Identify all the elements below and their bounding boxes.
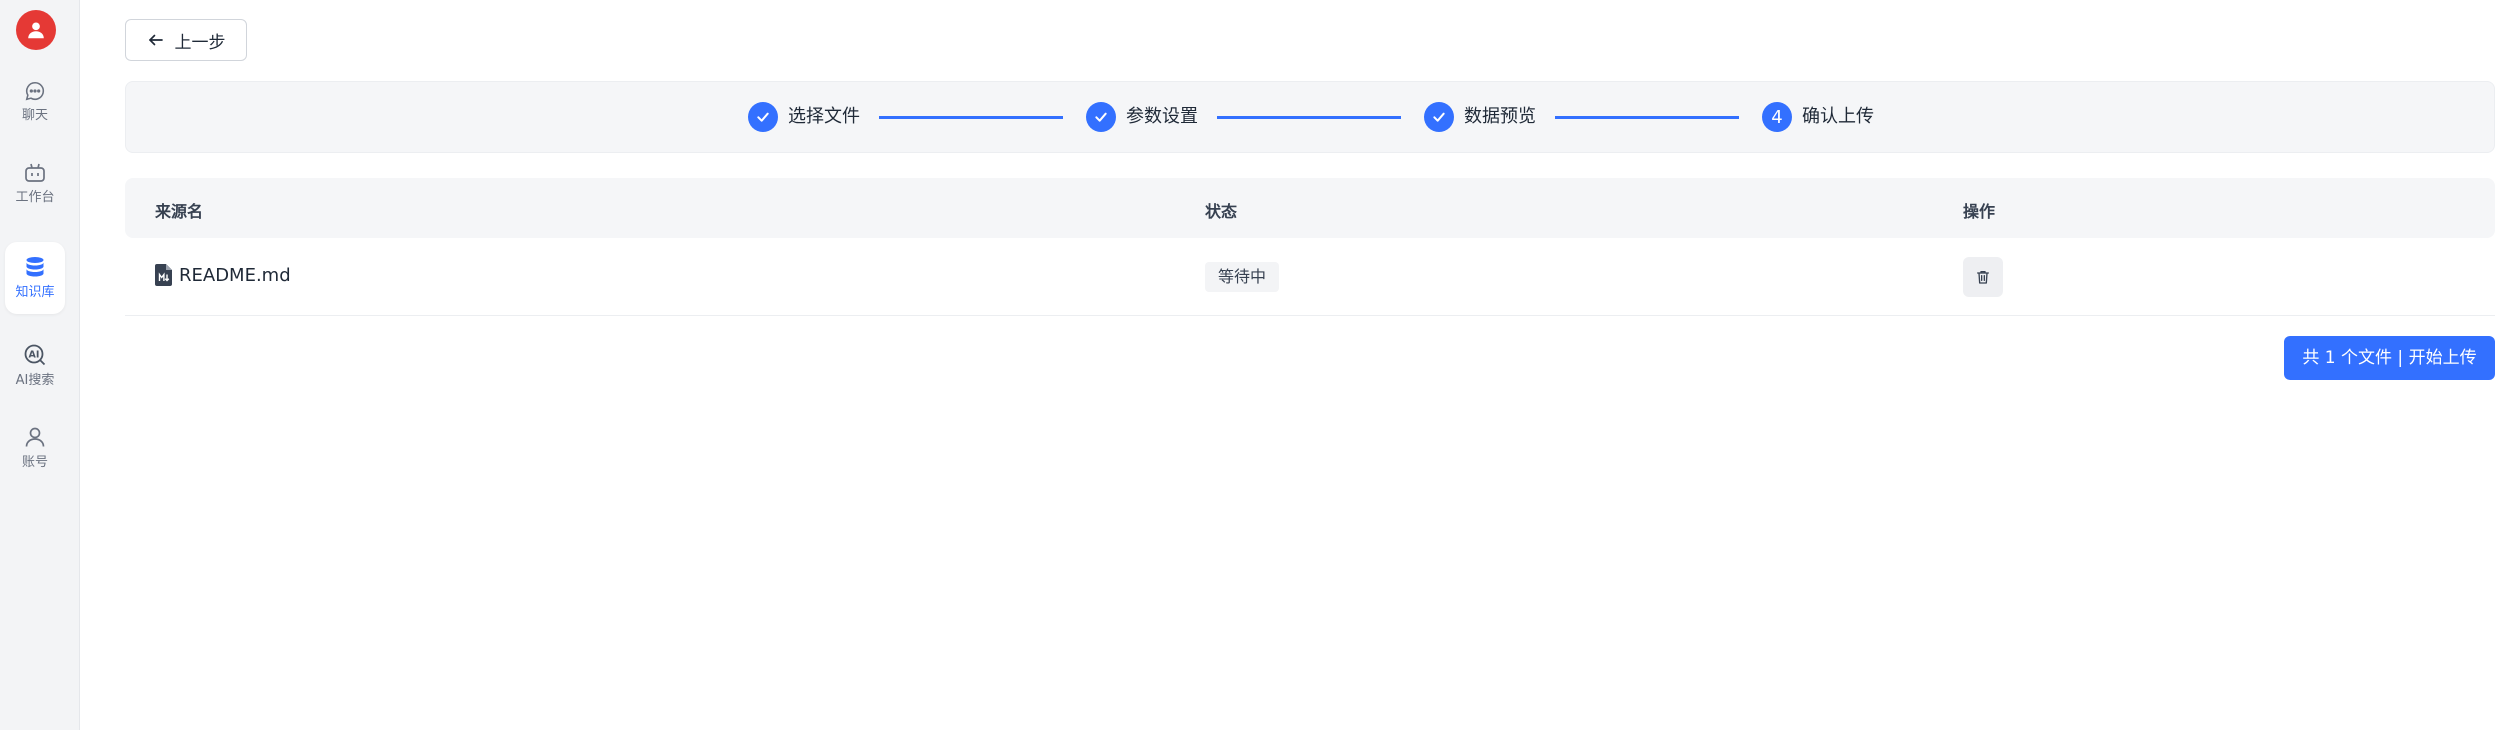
back-button-label: 上一步 <box>174 32 226 53</box>
column-header-source: 来源名 <box>155 202 204 221</box>
sidebar-item-label: 账号 <box>21 455 48 470</box>
step-number-badge: 4 <box>1762 102 1792 132</box>
status-badge: 等待中 <box>1205 262 1280 292</box>
step-label: 参数设置 <box>1126 106 1198 127</box>
check-icon <box>1095 112 1107 122</box>
trash-icon <box>1977 271 1989 284</box>
sidebar-item-chat[interactable]: 聊天 <box>5 66 65 138</box>
user-avatar-icon <box>28 22 44 39</box>
chat-bubble-icon <box>25 81 45 101</box>
start-upload-button[interactable]: 共 1 个文件 | 开始上传 <box>2284 336 2495 380</box>
sidebar-item-label: AI搜索 <box>15 373 55 388</box>
sidebar-item-label: 知识库 <box>15 285 55 300</box>
step-done-icon <box>1086 102 1116 132</box>
user-icon <box>25 427 45 447</box>
ai-search-icon: AI <box>24 344 46 366</box>
back-button[interactable]: 上一步 <box>125 19 247 61</box>
arrow-left-icon <box>148 34 163 46</box>
app-root: 聊天 工作台 知识库 AI AI搜索 账号 上一步 选择文件 参数设置 数据预览… <box>0 0 2514 730</box>
step-connector <box>1217 116 1401 119</box>
sidebar-item-workbench[interactable]: 工作台 <box>5 148 65 220</box>
step-done-icon <box>748 102 778 132</box>
robot-icon <box>25 163 45 182</box>
delete-button[interactable] <box>1963 257 2003 297</box>
step-label: 数据预览 <box>1464 106 1536 127</box>
svg-text:AI: AI <box>29 350 40 361</box>
column-header-actions: 操作 <box>1963 202 1996 221</box>
step-connector <box>1555 116 1739 119</box>
file-name-cell: README.md <box>155 264 291 286</box>
sidebar-item-knowledge-base[interactable]: 知识库 <box>5 242 65 314</box>
sidebar-item-ai-search[interactable]: AI AI搜索 <box>5 330 65 402</box>
step-label: 选择文件 <box>788 106 860 127</box>
sidebar-item-label: 工作台 <box>15 190 55 205</box>
step-done-icon <box>1424 102 1454 132</box>
table-row: README.md 等待中 <box>125 238 2495 316</box>
sidebar-item-label: 聊天 <box>21 108 48 123</box>
check-icon <box>1433 112 1445 122</box>
upload-steps: 选择文件 参数设置 数据预览 4 确认上传 <box>125 81 2495 153</box>
markdown-file-icon <box>155 264 172 286</box>
check-icon <box>757 112 769 122</box>
file-name: README.md <box>179 264 291 286</box>
column-header-status: 状态 <box>1205 202 1238 221</box>
sidebar-item-account[interactable]: 账号 <box>5 412 65 484</box>
database-icon <box>26 257 44 277</box>
table-header: 来源名 状态 操作 <box>125 178 2495 238</box>
step-label: 确认上传 <box>1802 106 1874 127</box>
step-connector <box>879 116 1063 119</box>
sidebar: 聊天 工作台 知识库 AI AI搜索 账号 <box>0 0 80 730</box>
user-avatar[interactable] <box>16 10 56 50</box>
